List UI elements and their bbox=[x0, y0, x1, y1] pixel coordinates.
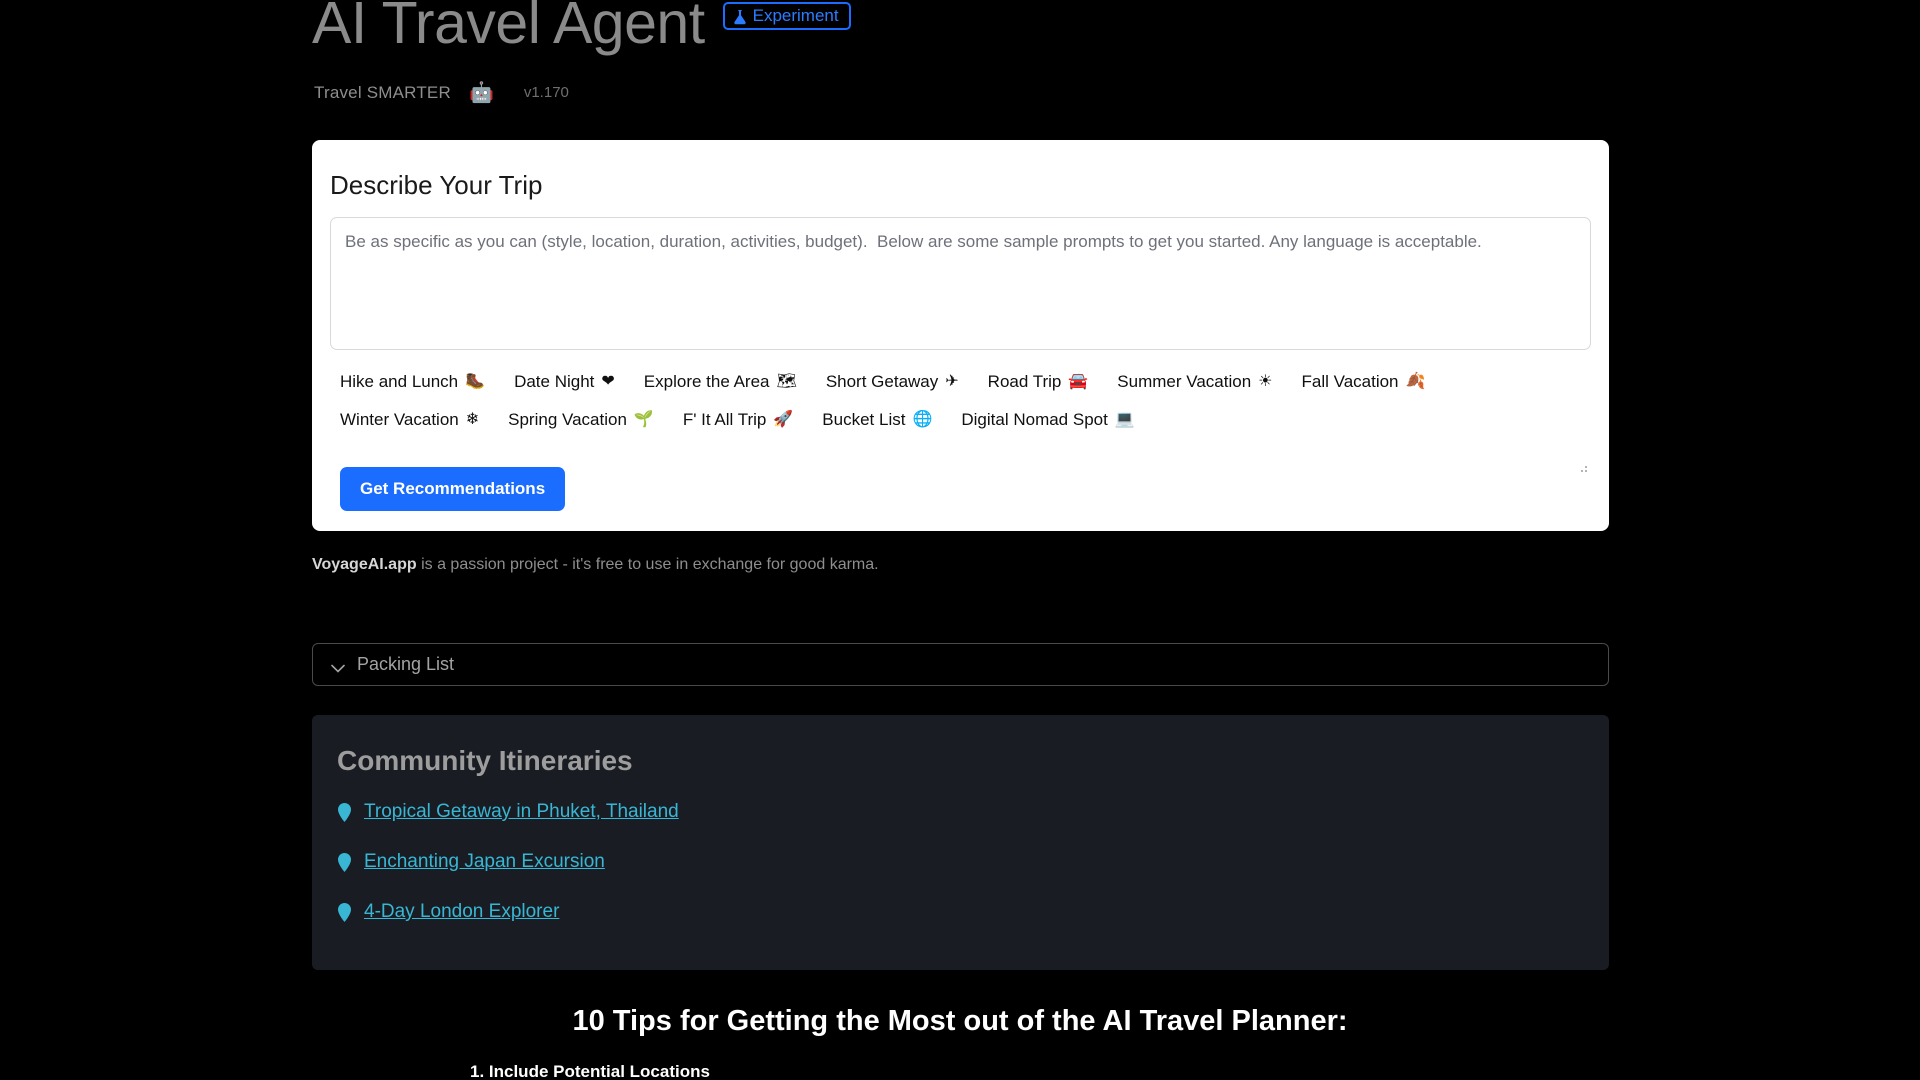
tagline: Travel SMARTER bbox=[314, 82, 451, 102]
location-pin-icon bbox=[337, 902, 352, 922]
community-itineraries-list: Tropical Getaway in Phuket, Thailand Ench… bbox=[337, 801, 1609, 923]
prompt-chip[interactable]: Hike and Lunch 🥾 bbox=[340, 372, 485, 392]
chevron-down-icon bbox=[331, 660, 345, 673]
sun-icon: ☀ bbox=[1258, 373, 1273, 390]
globe-icon: 🌐 bbox=[912, 411, 933, 428]
map-icon: 🗺 bbox=[776, 373, 797, 390]
prompt-chip[interactable]: F' It All Trip 🚀 bbox=[683, 410, 793, 430]
prompt-chip[interactable]: Short Getaway ✈ bbox=[826, 372, 959, 392]
page-header: AI Travel Agent Experiment Travel SMARTE… bbox=[312, 0, 1612, 103]
flask-icon bbox=[733, 9, 747, 25]
mascot-icon: 🤖 bbox=[468, 81, 494, 104]
snowflake-icon: ❄ bbox=[465, 411, 480, 428]
leaf-icon: 🍂 bbox=[1405, 373, 1426, 390]
prompt-chip-label: Winter Vacation bbox=[340, 410, 459, 429]
airplane-icon: ✈ bbox=[945, 373, 959, 390]
version-label: v1.170 bbox=[523, 84, 569, 102]
experiment-badge[interactable]: Experiment bbox=[722, 2, 851, 30]
community-itineraries-panel: Community Itineraries Tropical Getaway i… bbox=[312, 715, 1609, 970]
prompt-chip-label: Fall Vacation bbox=[1301, 372, 1399, 391]
itinerary-link[interactable]: Tropical Getaway in Phuket, Thailand bbox=[364, 801, 679, 823]
prompt-chip-label: Bucket List bbox=[822, 410, 906, 429]
hiker-icon: 🥾 bbox=[465, 373, 486, 390]
location-pin-icon bbox=[337, 852, 352, 872]
prompt-chip-label: Road Trip bbox=[987, 372, 1062, 391]
rocket-icon: 🚀 bbox=[773, 411, 794, 428]
tip-item: 1. Include Potential Locations bbox=[470, 1062, 710, 1080]
packing-list-accordion[interactable]: Packing List bbox=[312, 643, 1609, 686]
textarea-resize-handle[interactable] bbox=[1577, 462, 1587, 472]
community-itineraries-title: Community Itineraries bbox=[337, 745, 633, 776]
itinerary-item[interactable]: Enchanting Japan Excursion bbox=[337, 851, 1609, 873]
location-pin-icon bbox=[337, 802, 352, 822]
card-title: Describe Your Trip bbox=[330, 170, 543, 200]
footnote-text: is a passion project - it's free to use … bbox=[416, 556, 879, 573]
prompt-chip[interactable]: Explore the Area 🗺 bbox=[644, 372, 797, 392]
trip-description-input[interactable] bbox=[330, 217, 1591, 350]
prompt-chip[interactable]: Date Night ❤ bbox=[514, 372, 615, 392]
describe-trip-card: Describe Your Trip Hike and Lunch 🥾 Date N… bbox=[312, 140, 1609, 531]
tips-section: 10 Tips for Getting the Most out of the … bbox=[0, 1005, 1920, 1080]
tips-list: 1. Include Potential Locations2. Set a B… bbox=[310, 1062, 1610, 1080]
itinerary-link[interactable]: Enchanting Japan Excursion bbox=[364, 851, 605, 873]
prompt-chip-label: Hike and Lunch bbox=[340, 372, 459, 391]
prompt-chip[interactable]: Fall Vacation 🍂 bbox=[1302, 372, 1426, 392]
itinerary-link[interactable]: 4-Day London Explorer bbox=[364, 901, 559, 923]
seedling-icon: 🌱 bbox=[633, 411, 654, 428]
prompt-chip[interactable]: Road Trip 🚘 bbox=[988, 372, 1089, 392]
prompt-chip-label: Explore the Area bbox=[643, 372, 770, 391]
car-icon: 🚘 bbox=[1068, 373, 1089, 390]
prompt-chip-label: F' It All Trip bbox=[682, 410, 767, 429]
laptop-icon: 💻 bbox=[1114, 411, 1135, 428]
heart-icon: ❤ bbox=[601, 373, 615, 390]
experiment-badge-label: Experiment bbox=[752, 6, 839, 25]
prompt-chip[interactable]: Bucket List 🌐 bbox=[822, 410, 932, 430]
subtitle-row: Travel SMARTER 🤖 v1.170 bbox=[314, 83, 1612, 103]
prompt-chip[interactable]: Summer Vacation ☀ bbox=[1117, 372, 1272, 392]
prompt-chip[interactable]: Spring Vacation 🌱 bbox=[508, 410, 654, 430]
prompt-chip[interactable]: Winter Vacation ❄ bbox=[340, 410, 479, 430]
itinerary-item[interactable]: 4-Day London Explorer bbox=[337, 901, 1609, 923]
brand-name: VoyageAI.app bbox=[312, 556, 417, 573]
page-title: AI Travel Agent bbox=[312, 0, 705, 56]
footnote: VoyageAI.app is a passion project - it's… bbox=[312, 556, 879, 574]
prompt-chip-label: Date Night bbox=[514, 372, 595, 391]
prompt-chip-label: Summer Vacation bbox=[1117, 372, 1252, 391]
prompt-chip-label: Spring Vacation bbox=[508, 410, 627, 429]
app-root: AI Travel Agent Experiment Travel SMARTE… bbox=[0, 0, 1920, 1080]
title-row: AI Travel Agent Experiment bbox=[312, 0, 1612, 58]
get-recommendations-button[interactable]: Get Recommendations bbox=[340, 467, 566, 511]
prompt-chip-label: Digital Nomad Spot bbox=[961, 410, 1108, 429]
prompt-chip[interactable]: Digital Nomad Spot 💻 bbox=[961, 410, 1134, 430]
tips-title: 10 Tips for Getting the Most out of the … bbox=[572, 1005, 1348, 1037]
itinerary-item[interactable]: Tropical Getaway in Phuket, Thailand bbox=[337, 801, 1609, 823]
sample-prompt-chips: Hike and Lunch 🥾 Date Night ❤ Explore the Ar… bbox=[330, 372, 1591, 430]
prompt-chip-label: Short Getaway bbox=[825, 372, 939, 391]
packing-list-label: Packing List bbox=[357, 654, 455, 674]
